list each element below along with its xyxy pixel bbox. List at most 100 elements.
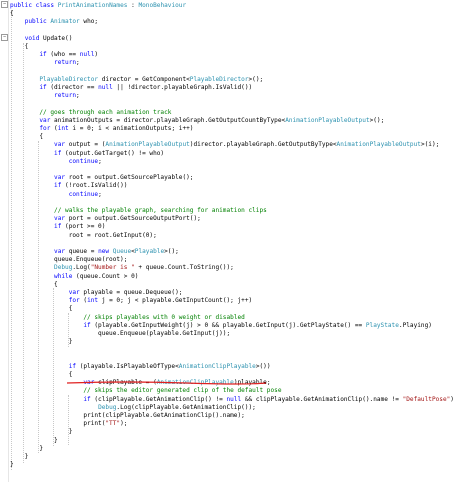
code-token: public class — [10, 2, 58, 9]
code-token: >(); — [248, 75, 264, 83]
code-token: PrintAnimationNames — [57, 2, 128, 9]
code-line[interactable]: Debug.Log(clipPlayable.GetAnimationClip(… — [10, 404, 256, 412]
code-line[interactable]: return; — [10, 59, 80, 67]
code-token: { — [10, 43, 29, 50]
code-line[interactable]: print(clipPlayable.GetAnimationClip().na… — [10, 412, 244, 420]
code-token: if — [83, 395, 91, 403]
code-token: Playable — [134, 248, 165, 255]
code-line[interactable]: Debug.Log("Number is " + queue.Count.ToS… — [10, 264, 234, 272]
code-token: >()) — [255, 362, 271, 370]
code-line[interactable]: } — [10, 437, 58, 445]
code-token: animationOutputs = director.playableGrap… — [50, 116, 286, 124]
code-token: output = ( — [65, 141, 106, 149]
code-line[interactable]: return; — [10, 92, 80, 100]
code-token: i = 0; i < animationOutputs; i++) — [68, 125, 194, 132]
code-line[interactable]: var animationOutputs = director.playable… — [10, 117, 384, 125]
code-line[interactable]: if (playable.GetInputWeight(j) > 0 && pl… — [10, 322, 432, 330]
code-token: >(); — [164, 248, 179, 255]
code-token: Queue — [112, 248, 132, 255]
code-line[interactable]: if (director == null || !director.playab… — [10, 84, 252, 92]
code-token: int — [57, 125, 69, 132]
code-line[interactable]: } — [10, 428, 73, 436]
code-token: (port >= 0) — [61, 223, 106, 231]
code-line[interactable]: // walks the playable graph, searching f… — [10, 207, 267, 215]
code-line[interactable]: var root = output.GetSourcePlayable(); — [10, 174, 193, 182]
code-line[interactable]: // skips playables with 0 weight or disa… — [10, 314, 244, 322]
code-line[interactable]: var output = (AnimationPlayableOutput)di… — [10, 141, 439, 149]
code-line[interactable]: { — [10, 305, 73, 313]
code-line[interactable]: PlayableDirector director = GetComponent… — [10, 76, 263, 84]
code-line[interactable]: var port = output.GetSourceOutputPort(); — [10, 215, 201, 223]
code-token: int — [87, 297, 99, 305]
code-token: root = root.GetInput(0); — [10, 231, 157, 239]
editor-gutter[interactable] — [0, 0, 9, 482]
code-line[interactable]: queue.Enqueue(root); — [10, 256, 127, 264]
highlight-underline — [66, 381, 267, 385]
code-token: ; — [98, 157, 102, 165]
code-token: new — [98, 248, 113, 255]
code-line[interactable]: { — [10, 281, 58, 289]
code-token: } — [10, 428, 73, 436]
code-line[interactable]: for (int j = 0; j < playable.GetInputCou… — [10, 297, 252, 305]
code-token: ) — [450, 395, 454, 403]
code-token: "Number is " — [90, 264, 135, 272]
collapse-class-icon[interactable]: − — [1, 1, 8, 8]
code-token: null — [226, 395, 242, 403]
code-line[interactable]: continue; — [10, 191, 102, 199]
code-line[interactable]: var queue = new Queue<Playable>(); — [10, 248, 179, 256]
code-line[interactable]: { — [10, 371, 73, 379]
code-token: { — [10, 133, 44, 141]
code-line[interactable]: public Animator who; — [10, 18, 98, 26]
code-token: queue.Enqueue(root); — [10, 256, 128, 264]
code-token: } — [10, 444, 44, 452]
code-token: { — [10, 305, 73, 313]
code-editor[interactable]: − − public class PrintAnimationNames : M… — [0, 0, 474, 482]
code-line[interactable]: var playable = queue.Dequeue(); — [10, 289, 183, 297]
code-line[interactable]: if (port >= 0) — [10, 223, 105, 231]
code-token: (playable.GetInputWeight(j) > 0 && playa… — [90, 321, 366, 329]
code-line[interactable]: if (who == null) — [10, 51, 98, 59]
code-line[interactable]: if (playable.IsPlayableOfType<AnimationC… — [10, 363, 271, 371]
code-line[interactable]: if (clipPlayable.GetAnimationClip() != n… — [10, 396, 454, 404]
code-line[interactable]: while (queue.Count > 0) — [10, 273, 138, 281]
code-token: if — [68, 362, 77, 370]
code-line[interactable]: root = root.GetInput(0); — [10, 232, 157, 240]
code-line[interactable]: public class PrintAnimationNames : MonoB… — [10, 2, 186, 10]
code-token: } — [10, 436, 58, 444]
code-line[interactable]: { — [10, 10, 14, 18]
code-line[interactable]: // skips the editor generated clip of th… — [10, 387, 281, 395]
code-token: void — [24, 34, 40, 42]
code-line[interactable]: { — [10, 43, 29, 51]
code-token: who; — [79, 18, 99, 26]
code-line[interactable]: } — [10, 461, 14, 469]
collapse-method-icon[interactable]: − — [1, 34, 8, 41]
code-line[interactable]: void Update() — [10, 34, 73, 43]
code-line[interactable]: if (output.GetTarget() != who) — [10, 150, 164, 158]
code-line[interactable]: } — [10, 338, 73, 346]
code-line[interactable]: queue.Enqueue(playable.GetInput(j)); — [10, 330, 230, 338]
code-line[interactable]: // goes through each animation track — [10, 109, 171, 117]
code-token: && clipPlayable.GetAnimationClip().name … — [241, 395, 403, 403]
code-token: ; — [98, 190, 102, 198]
code-line[interactable]: if (!root.IsValid()) — [10, 182, 127, 190]
code-line[interactable]: } — [10, 453, 29, 461]
code-line[interactable]: continue; — [10, 158, 102, 166]
code-token: "TT" — [105, 420, 121, 428]
code-line[interactable]: } — [10, 445, 43, 453]
code-line[interactable]: { — [10, 133, 43, 141]
code-token: (clipPlayable.GetAnimationClip() != — [90, 395, 227, 403]
code-token: var — [39, 116, 51, 124]
code-token: ; — [76, 92, 80, 100]
code-line[interactable]: print("TT"); — [10, 420, 127, 428]
code-line[interactable]: for (int i = 0; i < animationOutputs; i+… — [10, 125, 193, 133]
